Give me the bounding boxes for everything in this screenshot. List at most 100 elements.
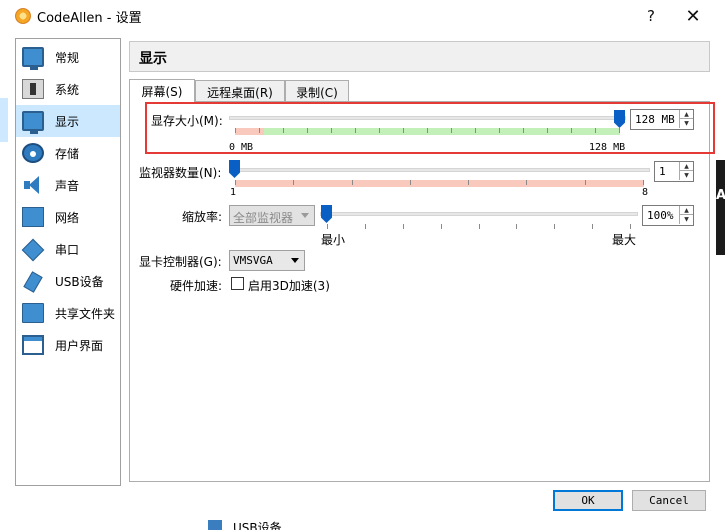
close-button[interactable]: ✕ xyxy=(670,0,716,32)
network-icon xyxy=(22,207,44,227)
tab-recording[interactable]: 录制(C) xyxy=(285,80,349,101)
scale-factor-label: 缩放率: xyxy=(182,210,223,224)
sidebar-item-label: 网络 xyxy=(55,211,80,225)
chip-icon xyxy=(22,79,44,99)
background-window-bottom: USB设备 xyxy=(200,516,340,530)
slider-tick xyxy=(516,224,517,229)
slider-tick xyxy=(365,224,366,229)
ok-button[interactable]: OK xyxy=(553,490,623,511)
spin-up-icon[interactable]: ▲ xyxy=(679,206,693,215)
tab-screen[interactable]: 屏幕(S) xyxy=(129,79,195,102)
slider-tick xyxy=(585,180,586,185)
sidebar-item-storage[interactable]: 存储 xyxy=(16,137,120,169)
slider-tick xyxy=(410,180,411,185)
background-window-edge xyxy=(0,98,8,142)
monitor-count-spinbox[interactable]: 1 ▲ ▼ xyxy=(654,161,694,182)
video-memory-value: 128 MB xyxy=(635,113,675,126)
enable-3d-label[interactable]: 启用3D加速(3) xyxy=(248,277,330,294)
background-window-dark-edge xyxy=(716,160,725,255)
title-bar: CodeAllen - 设置 ? ✕ xyxy=(0,0,725,32)
scale-max-label: 最大 xyxy=(612,233,637,247)
video-memory-max-label: 128 MB xyxy=(589,142,626,153)
slider-tick xyxy=(554,224,555,229)
slider-tick xyxy=(379,128,380,133)
scale-factor-ticks xyxy=(327,224,631,230)
spin-up-icon[interactable]: ▲ xyxy=(679,110,693,119)
monitor-count-min-label: 1 xyxy=(230,187,237,198)
slider-tick xyxy=(327,224,328,229)
sidebar-item-general[interactable]: 常规 xyxy=(16,41,120,73)
slider-tick xyxy=(499,128,500,133)
folder-icon xyxy=(22,303,44,323)
slider-tick xyxy=(643,180,644,185)
sidebar-item-label: 串口 xyxy=(55,243,80,257)
sidebar-item-label: 声音 xyxy=(55,179,80,193)
chevron-down-icon xyxy=(291,258,299,263)
slider-tick xyxy=(523,128,524,133)
disk-icon xyxy=(22,143,44,163)
sidebar-item-system[interactable]: 系统 xyxy=(16,73,120,105)
window-icon xyxy=(22,335,44,355)
slider-tick xyxy=(331,128,332,133)
sidebar-item-display[interactable]: 显示 xyxy=(16,105,120,137)
sidebar-item-label: 存储 xyxy=(55,147,80,161)
slider-tick xyxy=(526,180,527,185)
graphics-controller-select[interactable]: VMSVGA xyxy=(229,250,305,271)
sidebar-item-usb[interactable]: USB设备 xyxy=(16,265,120,297)
video-memory-slider-track xyxy=(229,116,626,120)
sidebar-item-label: USB设备 xyxy=(55,275,104,289)
slider-tick xyxy=(547,128,548,133)
slider-tick xyxy=(293,180,294,185)
spin-down-icon[interactable]: ▼ xyxy=(679,119,693,128)
sidebar-item-serial-ports[interactable]: 串口 xyxy=(16,233,120,265)
app-logo-icon xyxy=(15,8,31,24)
sidebar-item-label: 常规 xyxy=(55,51,80,65)
enable-3d-checkbox[interactable] xyxy=(231,277,244,290)
window-title: CodeAllen - 设置 xyxy=(37,11,142,26)
display-icon xyxy=(22,111,44,134)
monitor-icon xyxy=(22,47,44,70)
usb-icon xyxy=(22,271,44,291)
sidebar-item-label: 显示 xyxy=(55,115,80,129)
slider-tick xyxy=(352,180,353,185)
slider-tick xyxy=(427,128,428,133)
page-header: 显示 xyxy=(129,41,710,72)
monitor-count-ticks xyxy=(235,180,644,186)
spin-down-icon[interactable]: ▼ xyxy=(679,171,693,180)
sidebar-item-label: 系统 xyxy=(55,83,80,97)
page-title: 显示 xyxy=(139,51,167,67)
serial-port-icon xyxy=(22,239,44,259)
cancel-button[interactable]: Cancel xyxy=(632,490,706,511)
chevron-down-icon xyxy=(301,213,309,218)
slider-tick xyxy=(235,128,236,133)
spin-up-icon[interactable]: ▲ xyxy=(679,162,693,171)
slider-tick xyxy=(468,180,469,185)
settings-sidebar: 常规 系统 显示 存储 声音 网络 串口 USB设备 共享文件夹 用户界面 xyxy=(15,38,121,486)
video-memory-spinbox[interactable]: 128 MB ▲ ▼ xyxy=(630,109,694,130)
video-memory-label: 显存大小(M): xyxy=(151,114,223,128)
slider-tick xyxy=(307,128,308,133)
help-button[interactable]: ? xyxy=(628,0,674,32)
monitor-count-max-label: 8 xyxy=(642,187,649,198)
sidebar-item-label: 用户界面 xyxy=(55,339,104,353)
video-memory-min-label: 0 MB xyxy=(229,142,254,153)
acceleration-label: 硬件加速: xyxy=(170,279,223,293)
slider-tick xyxy=(403,128,404,133)
usb-icon xyxy=(208,520,222,530)
slider-tick xyxy=(475,128,476,133)
monitor-count-value: 1 xyxy=(659,165,666,178)
slider-tick xyxy=(451,128,452,133)
speaker-icon xyxy=(22,175,44,195)
sidebar-item-shared-folders[interactable]: 共享文件夹 xyxy=(16,297,120,329)
slider-tick xyxy=(595,128,596,133)
sidebar-item-network[interactable]: 网络 xyxy=(16,201,120,233)
slider-tick xyxy=(403,224,404,229)
slider-tick xyxy=(619,128,620,133)
slider-tick xyxy=(235,180,236,185)
spin-down-icon[interactable]: ▼ xyxy=(679,215,693,224)
scale-factor-spinbox[interactable]: 100% ▲ ▼ xyxy=(642,205,694,226)
monitor-count-slider-track xyxy=(229,168,650,172)
tab-remote-display[interactable]: 远程桌面(R) xyxy=(195,80,285,101)
sidebar-item-audio[interactable]: 声音 xyxy=(16,169,120,201)
sidebar-item-user-interface[interactable]: 用户界面 xyxy=(16,329,120,361)
